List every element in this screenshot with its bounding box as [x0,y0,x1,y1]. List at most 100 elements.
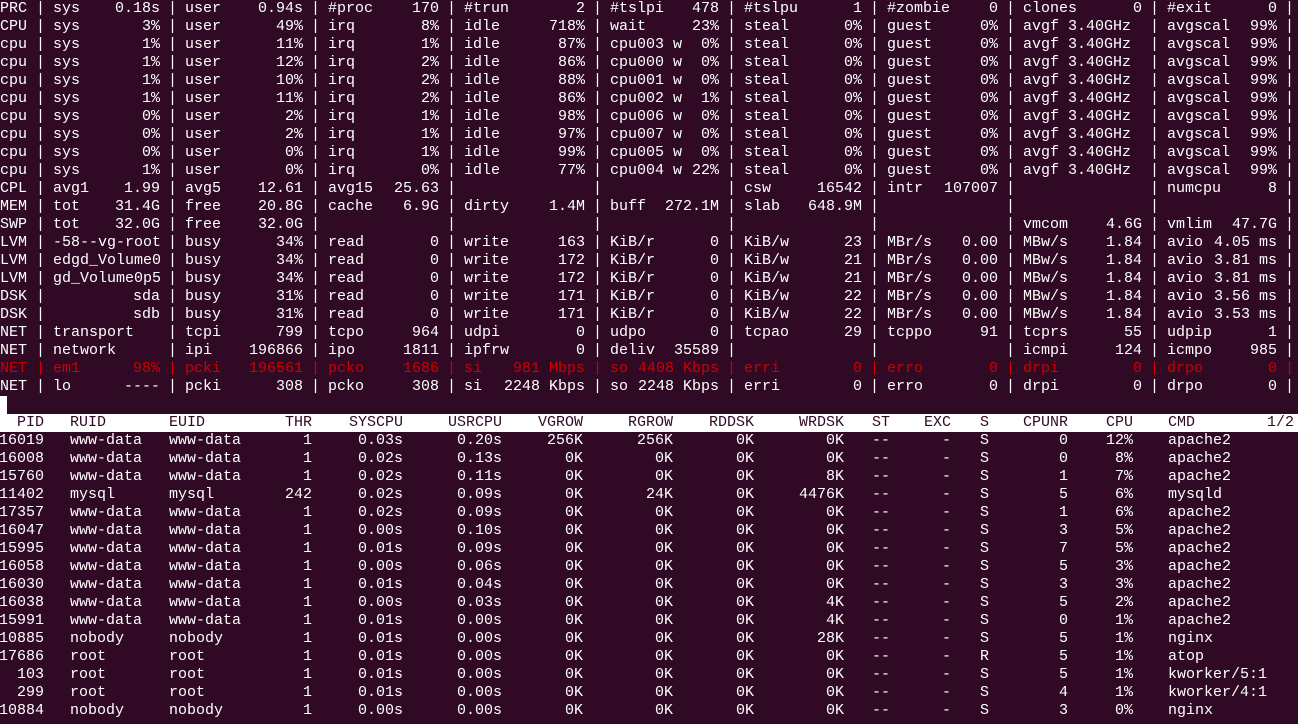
metric-value: 2248 Kbps [637,378,719,395]
column-header-euid[interactable]: EUID [169,414,205,432]
column-separator: | [593,0,603,17]
metric-value: 648.9M [807,198,862,215]
column-header-cpunr[interactable]: CPUNR [1023,414,1068,432]
metric-label: free [185,216,222,233]
column-separator: | [1150,0,1160,17]
system-row-dsk: DSK | | | | | | | | | | sda busy 31% read 0 write 171 KiB/… [0,288,1298,306]
process-row[interactable]: 10885 nobody nobody 1 0.01s 0.00s 0K 0K 0K 28K -- -… [0,630,1298,648]
metric-label: #exit [1167,0,1213,17]
cell-pid: 11402 [0,486,44,503]
process-row[interactable]: 15995 www-data www-data 1 0.01s 0.09s 0K 0K 0K 0K… [0,540,1298,558]
process-row[interactable]: 16047 www-data www-data 1 0.00s 0.10s 0K 0K 0K 0K… [0,522,1298,540]
column-separator: | [36,288,46,305]
cell-pid: 16008 [0,450,44,467]
cell-cmd: apache2 [1168,468,1232,485]
system-row-cpl: CPL | | | | | | | | | | avg1 1.99 avg5 12.61 avg15 25.63… [0,180,1298,198]
column-separator: | [447,72,457,89]
metric-label: irq [328,126,356,143]
process-row[interactable]: 15760 www-data www-data 1 0.02s 0.11s 0K 0K 0K 8K… [0,468,1298,486]
column-header-cmd[interactable]: CMD [1168,414,1195,432]
process-row[interactable]: 17357 www-data www-data 1 0.02s 0.09s 0K 0K 0K 0K… [0,504,1298,522]
metric-value: 0% [141,126,160,143]
cell-exc: - [941,648,951,665]
cell-cpu: 1% [1114,612,1133,629]
cell-st: -- [872,594,891,611]
metric-label: guest [887,144,933,161]
column-header-vgrow[interactable]: VGROW [538,414,583,432]
column-separator: | [870,288,880,305]
metric-label: idle [464,90,501,107]
process-row[interactable]: 103 root root 1 0.01s 0.00s 0K 0K 0K 0K -- - S 5 1% kwo… [0,666,1298,684]
column-separator: | [727,288,737,305]
metric-label: avgf 3.40GHz [1023,36,1132,53]
metric-value: 55 [1123,324,1142,341]
process-row[interactable]: 16038 www-data www-data 1 0.00s 0.03s 0K 0K 0K 4K… [0,594,1298,612]
metric-label: ipi [185,342,213,359]
metric-value: 22 [843,288,862,305]
column-separator: | [1150,324,1160,341]
process-row[interactable]: 16030 www-data www-data 1 0.01s 0.04s 0K 0K 0K 0K… [0,576,1298,594]
metric-label: busy [185,288,222,305]
column-separator: | [168,18,178,35]
column-header-rgrow[interactable]: RGROW [628,414,673,432]
cell-st: -- [872,432,891,449]
column-header-cpu[interactable]: CPU [1106,414,1133,432]
column-header-exc[interactable]: EXC [924,414,951,432]
cell-pid: 16019 [0,432,44,449]
cell-cpunr: 3 [1058,522,1068,539]
cell-rddsk: 0K [735,540,754,557]
cell-ruid: www-data [70,450,143,467]
process-row[interactable]: 16019 www-data www-data 1 0.03s 0.20s 256K 256K… [0,432,1298,450]
metric-value: 22% [691,162,719,179]
cell-syscpu: 0.01s [357,576,403,593]
column-separator: | [168,216,178,233]
column-header-s[interactable]: S [980,414,989,432]
column-header-wrdsk[interactable]: WRDSK [799,414,844,432]
cell-pid: 15760 [0,468,44,485]
process-row[interactable]: 16058 www-data www-data 1 0.00s 0.06s 0K 0K 0K 0K… [0,558,1298,576]
process-row[interactable]: 15991 www-data www-data 1 0.01s 0.00s 0K 0K 0K 4K… [0,612,1298,630]
metric-label: MBr/s [887,234,933,251]
cell-rgrow: 0K [654,666,673,683]
column-header-rddsk[interactable]: RDDSK [709,414,754,432]
cell-s: S [980,558,990,575]
metric-value: 0% [843,72,862,89]
column-header-ruid[interactable]: RUID [70,414,106,432]
cell-thr: 1 [302,540,312,557]
system-row-lvm: LVM | | | | | | | | | | edgd_Volume0 busy 34% read 0 wri… [0,252,1298,270]
process-row[interactable]: 10884 nobody nobody 1 0.00s 0.00s 0K 0K 0K 0K -- - S… [0,702,1298,720]
cell-cmd: apache2 [1168,432,1232,449]
cell-st: -- [872,450,891,467]
cell-rddsk: 0K [735,522,754,539]
process-row[interactable]: 17686 root root 1 0.01s 0.00s 0K 0K 0K 0K -- - R 5 1% a… [0,648,1298,666]
metric-label: user [185,0,222,17]
cell-rgrow: 0K [654,630,673,647]
column-header-st[interactable]: ST [872,414,890,432]
column-separator: | [168,360,178,377]
process-row[interactable]: 299 root root 1 0.01s 0.00s 0K 0K 0K 0K -- - S 4 1% kwo… [0,684,1298,702]
column-header-pid[interactable]: PID [17,414,44,432]
metric-label: idle [464,18,501,35]
metric-label: steal [744,18,790,35]
metric-label: slab [744,198,781,215]
column-separator: | [870,90,880,107]
column-separator: | [727,72,737,89]
column-header-usrcpu[interactable]: USRCPU [448,414,502,432]
process-row[interactable]: 11402 mysql mysql 242 0.02s 0.09s 0K 24K 0K 4476K… [0,486,1298,504]
process-table-header: PID RUID EUID THR SYSCPU USRCPU VGROW RGROW RDDS… [0,414,1298,432]
metric-value: 98% [132,360,160,377]
metric-label: MBr/s [887,252,933,269]
metric-label: read [328,234,365,251]
cell-s: R [980,648,990,665]
system-row-net: NET | | | | | | | | | | lo ---- pcki 308 pcko 308 si 2248 … [0,378,1298,396]
metric-value: 0% [979,144,998,161]
metric-value: 88% [557,72,585,89]
column-separator: | [870,216,880,233]
process-row[interactable]: 16008 www-data www-data 1 0.02s 0.13s 0K 0K 0K 0K… [0,450,1298,468]
column-header-syscpu[interactable]: SYSCPU [349,414,403,432]
metric-label: free [185,198,222,215]
metric-label: avio [1167,270,1204,287]
column-header-thr[interactable]: THR [285,414,312,432]
metric-label: tcpi [185,324,222,341]
metric-value: 1% [141,162,160,179]
